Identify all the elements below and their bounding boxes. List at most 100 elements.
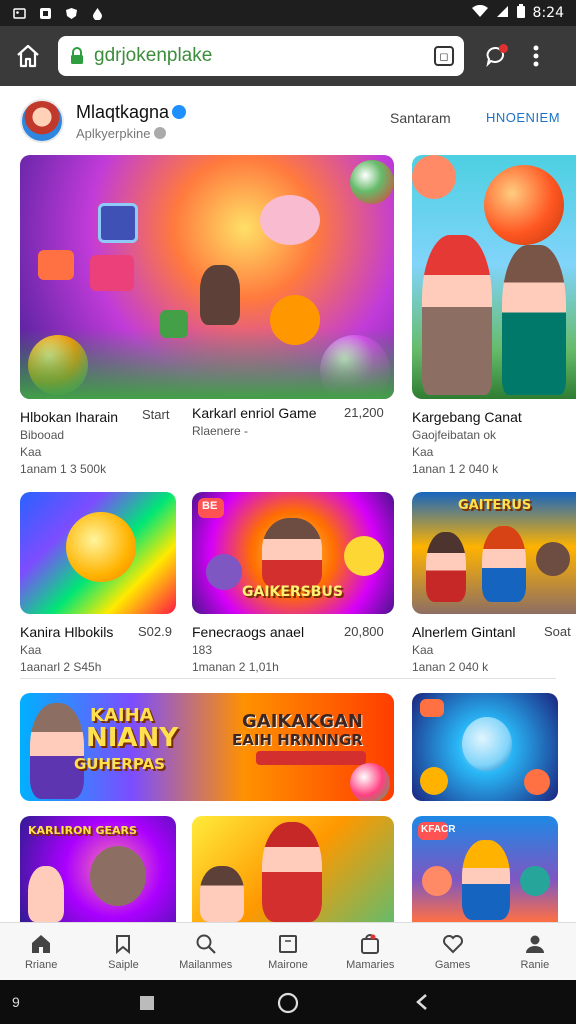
creature-character <box>344 536 384 576</box>
recents-icon <box>140 996 154 1010</box>
more-vert-icon <box>533 45 539 67</box>
game-stats: 1anan 2 040 k <box>412 660 489 674</box>
thumbnail-caption: KARLIRON GEARS <box>28 824 137 837</box>
nav-item-search[interactable]: Mailanmes <box>165 923 247 980</box>
kid-character <box>200 265 240 325</box>
lock-icon <box>68 47 86 65</box>
avatar[interactable] <box>20 99 64 143</box>
browser-toolbar: gdrjokenplake ◻ <box>0 26 576 86</box>
nav-item-games[interactable]: Games <box>411 923 493 980</box>
game-thumbnail[interactable] <box>20 155 394 399</box>
game-thumbnail[interactable]: BE GAIKERSBUS <box>192 492 394 614</box>
game-meta: Soat <box>544 624 571 639</box>
url-text: gdrjokenplake <box>94 45 213 66</box>
profile-subtitle-row: Aplkyerpkine <box>76 126 186 141</box>
nav-item-profile[interactable]: Ranie <box>494 923 576 980</box>
home-system-button[interactable] <box>276 991 300 1015</box>
featured-banner[interactable]: KAIHA NIANY GUHERPAS GAIKAKGAN EAIH HRNN… <box>20 693 394 801</box>
game-meta: 21,200 <box>344 405 384 420</box>
tab-switcher-button[interactable]: ◻ <box>434 46 454 66</box>
kid-character <box>200 866 244 922</box>
nav-item-saved[interactable]: Saiple <box>82 923 164 980</box>
kid-character <box>426 532 466 602</box>
profile-link-2[interactable]: HNOENIEM <box>486 110 560 125</box>
game-meta: Start <box>142 407 170 422</box>
game-thumbnail[interactable] <box>412 693 558 801</box>
verified-icon <box>172 105 187 119</box>
game-thumbnail[interactable]: KFACR <box>412 816 558 922</box>
profile-info: Mlaqtkagna Aplkyerpkine <box>76 101 187 141</box>
game-card[interactable] <box>412 693 558 801</box>
back-icon <box>416 994 427 1010</box>
tile-graphic <box>38 250 74 280</box>
nav-label: Games <box>434 959 471 971</box>
girl-character <box>262 822 322 922</box>
cat-character <box>260 195 320 245</box>
banner-title: NIANY <box>86 723 179 753</box>
game-meta: S02.9 <box>138 624 172 639</box>
thumbnail-caption: GAITERUS <box>458 498 532 513</box>
ball-graphic <box>350 763 390 801</box>
profile-name: Mlaqtkagna <box>76 101 170 122</box>
chat-button[interactable] <box>480 40 512 72</box>
banner-image[interactable]: KAIHA NIANY GUHERPAS GAIKAKGAN EAIH HRNN… <box>20 693 394 801</box>
back-button[interactable] <box>412 992 432 1012</box>
status-bar: 8:24 <box>0 0 576 26</box>
profile-link-1[interactable]: Santaram <box>390 110 451 126</box>
creature-character <box>90 846 146 906</box>
balloon-graphic <box>412 155 456 199</box>
thumbnail-caption: GAIKERSBUS <box>242 584 343 600</box>
game-card[interactable]: BE GAIKERSBUS Fenecraogs anael 20,800 18… <box>192 492 394 674</box>
creature-character <box>422 866 452 896</box>
game-developer: Gaojfeibatan ok <box>412 428 497 442</box>
kid-character <box>462 840 510 920</box>
banner-title: GUHERPAS <box>74 755 165 773</box>
nav-item-library[interactable]: Mairone <box>247 923 329 980</box>
game-thumbnail[interactable] <box>192 816 394 922</box>
nav-item-store[interactable]: Mamaries <box>329 923 411 980</box>
mascot-character <box>462 717 512 771</box>
girl-character <box>422 235 492 395</box>
game-title: Kargebang Canat <box>412 409 522 425</box>
game-stats: 1aanarl 2 S45h <box>20 660 102 674</box>
ball-graphic <box>350 160 394 204</box>
nav-item-home[interactable]: Rriane <box>0 923 82 980</box>
game-card[interactable]: Kargebang Canat Gaojfeibatan ok Kaa 1ana… <box>412 155 576 476</box>
game-card[interactable]: GAITERUS Alnerlem Gintanl Soat Kaa 1anan… <box>412 492 576 674</box>
creature-character <box>206 554 242 590</box>
image-icon <box>12 6 26 20</box>
game-category: 183 <box>192 643 213 657</box>
game-card[interactable] <box>192 816 394 922</box>
game-category: Kaa <box>412 445 434 459</box>
recents-button[interactable] <box>138 994 156 1012</box>
banner-headline: EAIH HRNNNGR <box>232 731 363 749</box>
bookmark-icon <box>111 932 135 956</box>
balloon-graphic <box>484 165 564 245</box>
game-thumbnail[interactable]: GAITERUS <box>412 492 576 614</box>
profile-name-row: Mlaqtkagna <box>76 101 187 123</box>
tile-graphic <box>98 203 138 243</box>
info-icon <box>154 127 167 139</box>
kid-character <box>262 518 322 588</box>
overflow-menu-button[interactable] <box>522 40 550 72</box>
drop-icon <box>90 6 104 20</box>
game-card-label[interactable]: Karkarl enriol Game 21,200 Rlaenere - <box>192 405 392 438</box>
banner-headline: GAIKAKGAN <box>242 711 363 732</box>
game-developer: Rlaenere - <box>192 424 249 438</box>
thumbnail-caption: BE <box>202 500 218 512</box>
heart-icon <box>441 932 465 956</box>
home-button[interactable] <box>10 38 46 74</box>
address-bar[interactable]: gdrjokenplake ◻ <box>58 36 464 76</box>
game-thumbnail[interactable] <box>20 492 176 614</box>
game-card[interactable]: KFACR <box>412 816 558 922</box>
game-thumbnail[interactable]: KARLIRON GEARS <box>20 816 176 922</box>
nav-label: Mamaries <box>346 959 395 971</box>
game-card[interactable]: Kanira Hlbokils S02.9 Kaa 1aanarl 2 S45h <box>20 492 176 674</box>
game-category: Kaa <box>20 445 42 459</box>
game-card[interactable]: KARLIRON GEARS <box>20 816 176 922</box>
notification-icon <box>38 6 52 20</box>
nav-label: Ranie <box>520 959 550 971</box>
game-thumbnail[interactable] <box>412 155 576 399</box>
section-divider <box>20 678 556 679</box>
creature-character <box>520 866 550 896</box>
